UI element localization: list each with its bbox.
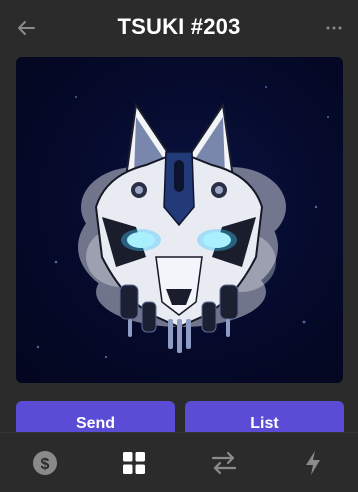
lightning-icon — [306, 450, 321, 475]
dollar-coin-icon: $ — [32, 450, 57, 475]
nft-image[interactable] — [16, 57, 343, 383]
nav-item-swap[interactable] — [196, 435, 252, 491]
list-button-label: List — [250, 415, 279, 432]
nav-item-tokens[interactable]: $ — [17, 435, 73, 491]
header: TSUKI #203 — [0, 0, 358, 56]
action-buttons: Send List — [16, 401, 344, 447]
send-button-label: Send — [75, 415, 116, 432]
nav-item-activity[interactable] — [285, 435, 341, 491]
more-horizontal-icon — [326, 26, 342, 30]
nav-item-collectibles[interactable] — [106, 435, 162, 491]
page-title: TSUKI #203 — [117, 14, 241, 39]
svg-text:$: $ — [40, 456, 49, 473]
mecha-fox-mask-artwork — [36, 86, 329, 359]
bottom-navigation: $ — [0, 432, 358, 492]
swap-arrows-icon — [211, 451, 236, 474]
grid-icon — [123, 451, 146, 474]
more-options-button[interactable] — [322, 16, 346, 40]
